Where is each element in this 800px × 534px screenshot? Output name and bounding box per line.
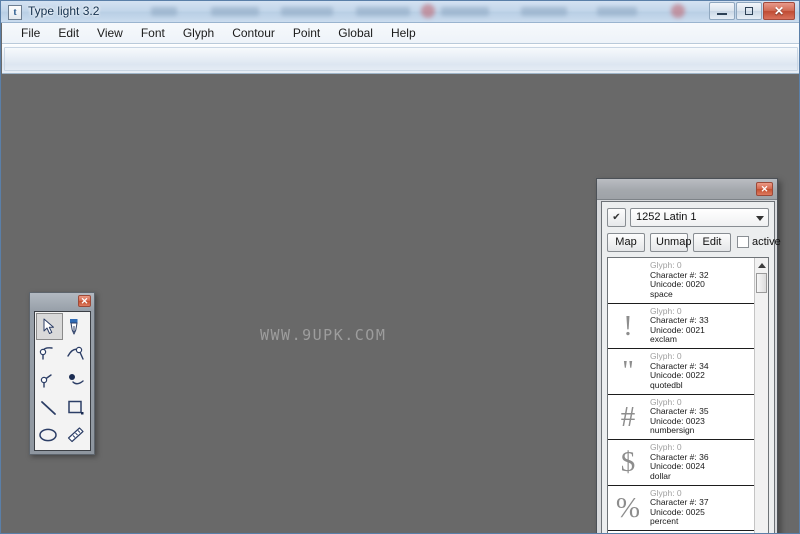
menu-item-edit[interactable]: Edit	[49, 24, 88, 42]
curve-handle-left-icon	[40, 346, 53, 360]
glyph-list-scrollbar[interactable]	[754, 258, 768, 533]
add-point-tool[interactable]	[36, 340, 63, 367]
edit-button[interactable]: Edit	[693, 232, 731, 252]
glyph-panel-close-button[interactable]: ✕	[756, 182, 773, 196]
window-title: Type light 3.2	[28, 4, 100, 18]
knife-tool[interactable]	[63, 422, 90, 449]
arrow-cursor-icon	[43, 318, 54, 335]
glyph-list-frame: Glyph: 0 Character #: 32 Unicode: 0020 s…	[607, 257, 769, 533]
glyph-meta: Glyph: 0 Character #: 33 Unicode: 0021 e…	[648, 306, 754, 345]
glyph-panel-titlebar[interactable]: ✕	[597, 179, 777, 200]
list-item[interactable]: # Glyph: 0 Character #: 35 Unicode: 0023…	[608, 394, 754, 440]
glyph-preview: "	[622, 355, 634, 388]
application-window: t Type light 3.2 ✕ File Edit View Font G…	[0, 0, 800, 534]
ellipse-icon	[39, 429, 57, 442]
line-tool[interactable]	[36, 395, 63, 422]
menu-item-file[interactable]: File	[12, 24, 49, 42]
tool-grid	[34, 311, 91, 451]
glyph-preview: #	[620, 400, 636, 433]
pen-tool[interactable]	[63, 313, 90, 340]
glyph-panel-body: ✔ 1252 Latin 1 Map Unmap Edit active Gly…	[601, 201, 781, 533]
map-button[interactable]: Map	[607, 232, 645, 252]
close-button[interactable]: ✕	[763, 2, 795, 20]
pen-nib-icon	[70, 318, 78, 335]
scrollbar-thumb[interactable]	[756, 273, 767, 293]
glyph-name: quotedbl	[650, 379, 683, 390]
active-checkbox-group[interactable]: active	[737, 236, 781, 248]
menu-item-font[interactable]: Font	[132, 24, 174, 42]
actions-row: Map Unmap Edit active	[607, 232, 781, 252]
glyph-name: dollar	[650, 470, 671, 481]
corner-point-tool[interactable]	[36, 367, 63, 394]
close-icon: ✕	[773, 4, 785, 18]
knife-ruler-icon	[67, 427, 84, 443]
glyph-preview: !	[623, 309, 633, 342]
glyph-meta: Glyph: 0 Character #: 34 Unicode: 0022 q…	[648, 351, 754, 390]
unmap-button[interactable]: Unmap	[650, 232, 691, 252]
menu-item-glyph[interactable]: Glyph	[174, 24, 223, 42]
menu-item-contour[interactable]: Contour	[223, 24, 284, 42]
menu-item-view[interactable]: View	[88, 24, 132, 42]
menu-bar: File Edit View Font Glyph Contour Point …	[2, 23, 799, 44]
rectangle-tool[interactable]	[63, 395, 90, 422]
corner-point-icon	[41, 374, 52, 388]
titlebar-background-blur	[151, 1, 799, 22]
watermark-text: WWW.9UPK.COM	[260, 326, 387, 344]
menu-item-point[interactable]: Point	[284, 24, 329, 42]
minimize-button[interactable]	[709, 2, 735, 20]
toolbar-strip	[2, 44, 799, 74]
maximize-icon	[737, 3, 761, 19]
codepage-select-value: 1252 Latin 1	[636, 210, 697, 223]
active-label: active	[752, 236, 781, 248]
list-item[interactable]: % Glyph: 0 Character #: 37 Unicode: 0025…	[608, 485, 754, 531]
codepage-check-button[interactable]: ✔	[607, 207, 626, 227]
active-checkbox[interactable]	[737, 236, 749, 248]
scroll-up-arrow-icon[interactable]	[755, 258, 768, 271]
glyph-name: exclam	[650, 334, 677, 345]
list-item[interactable]: Glyph: 0 Character #: 32 Unicode: 0020 s…	[608, 258, 754, 304]
glyph-panel: ✕ ✔ 1252 Latin 1 Map Unmap Edit active G…	[596, 178, 781, 533]
list-item[interactable]: " Glyph: 0 Character #: 34 Unicode: 0022…	[608, 349, 754, 395]
select-arrow-tool[interactable]	[36, 313, 63, 341]
codepage-select[interactable]: 1252 Latin 1	[630, 207, 769, 227]
chevron-down-icon	[756, 215, 764, 221]
curve-handle-right-icon	[67, 346, 84, 360]
glyph-name: space	[650, 288, 673, 299]
list-item[interactable]: ! Glyph: 0 Character #: 33 Unicode: 0021…	[608, 303, 754, 349]
glyph-meta: Glyph: 0 Character #: 36 Unicode: 0024 d…	[648, 442, 754, 481]
codepage-row: ✔ 1252 Latin 1	[607, 207, 769, 227]
minimize-icon	[710, 3, 734, 19]
glyph-meta: Glyph: 0 Character #: 35 Unicode: 0023 n…	[648, 397, 754, 436]
glyph-name: percent	[650, 516, 679, 527]
glyph-list[interactable]: Glyph: 0 Character #: 32 Unicode: 0020 s…	[608, 258, 754, 533]
tangent-point-icon	[68, 373, 84, 385]
menu-item-global[interactable]: Global	[329, 24, 382, 42]
maximize-button[interactable]	[736, 2, 762, 20]
glyph-name: numbersign	[650, 425, 695, 436]
tool-palette: ✕	[29, 292, 95, 455]
tool-palette-titlebar[interactable]: ✕	[30, 293, 94, 309]
glyph-preview: %	[615, 491, 641, 524]
glyph-meta: Glyph: 0 Character #: 37 Unicode: 0025 p…	[648, 488, 754, 527]
list-item[interactable]: $ Glyph: 0 Character #: 36 Unicode: 0024…	[608, 440, 754, 486]
tangent-point-tool[interactable]	[63, 367, 90, 394]
app-icon: t	[8, 5, 22, 20]
tool-palette-close-button[interactable]: ✕	[78, 295, 91, 307]
glyph-meta: Glyph: 0 Character #: 32 Unicode: 0020 s…	[648, 260, 754, 299]
title-bar: t Type light 3.2 ✕	[1, 1, 799, 23]
line-icon	[41, 401, 57, 416]
rectangle-icon	[68, 400, 84, 415]
workspace-canvas[interactable]: WWW.9UPK.COM ✕ ✕ ✔ 1252 Latin 1 Map Unma…	[2, 75, 799, 533]
menu-item-help[interactable]: Help	[382, 24, 425, 42]
curve-point-tool[interactable]	[63, 340, 90, 367]
glyph-preview: $	[620, 446, 636, 479]
ellipse-tool[interactable]	[36, 422, 63, 449]
